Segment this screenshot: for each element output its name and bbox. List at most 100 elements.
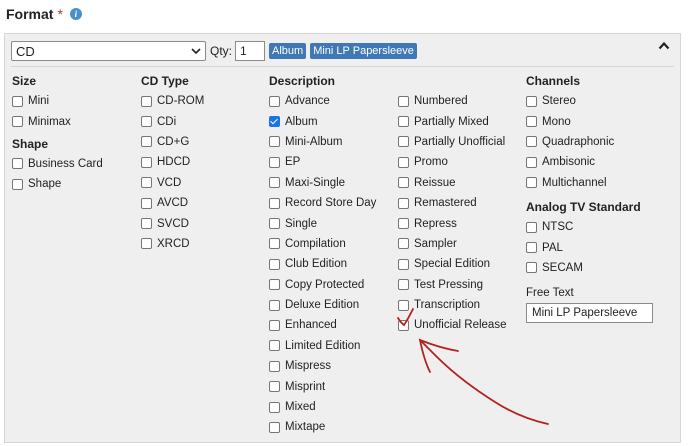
description-checkbox-numbered[interactable]: Numbered (398, 91, 506, 111)
checkbox-unchecked[interactable] (12, 95, 23, 107)
free-text-input[interactable]: Mini LP Papersleeve (526, 303, 653, 324)
checkbox-unchecked[interactable] (269, 238, 280, 250)
description-checkbox-club-edition[interactable]: Club Edition (269, 254, 376, 274)
checkbox-unchecked[interactable] (269, 279, 280, 291)
description-checkbox-record-store-day[interactable]: Record Store Day (269, 193, 376, 213)
description-checkbox-special-edition[interactable]: Special Edition (398, 254, 506, 274)
shape-checkbox-business-card[interactable]: Business Card (12, 154, 103, 174)
description-checkbox-unofficial-release[interactable]: Unofficial Release (398, 315, 506, 335)
size-checkbox-mini[interactable]: Mini (12, 91, 103, 111)
description-checkbox-single[interactable]: Single (269, 213, 376, 233)
checkbox-unchecked[interactable] (141, 177, 152, 189)
cd-type-checkbox-avcd[interactable]: AVCD (141, 193, 204, 213)
checkbox-unchecked[interactable] (398, 299, 409, 311)
description-checkbox-advance[interactable]: Advance (269, 91, 376, 111)
description-checkbox-enhanced[interactable]: Enhanced (269, 315, 376, 335)
checkbox-unchecked[interactable] (398, 258, 409, 270)
checkbox-unchecked[interactable] (269, 177, 280, 189)
checkbox-unchecked[interactable] (526, 221, 537, 233)
checkbox-unchecked[interactable] (269, 156, 280, 168)
checkbox-unchecked[interactable] (141, 238, 152, 250)
description-checkbox-copy-protected[interactable]: Copy Protected (269, 275, 376, 295)
checkbox-unchecked[interactable] (398, 116, 409, 128)
checkbox-unchecked[interactable] (269, 136, 280, 148)
checkbox-checked[interactable] (269, 116, 280, 128)
checkbox-unchecked[interactable] (269, 360, 280, 372)
cd-type-checkbox-cd-rom[interactable]: CD-ROM (141, 91, 204, 111)
checkbox-unchecked[interactable] (269, 299, 280, 311)
description-checkbox-test-pressing[interactable]: Test Pressing (398, 275, 506, 295)
description-checkbox-repress[interactable]: Repress (398, 213, 506, 233)
checkbox-unchecked[interactable] (526, 116, 537, 128)
cd-type-checkbox-xrcd[interactable]: XRCD (141, 234, 204, 254)
tag-mini-lp-papersleeve[interactable]: Mini LP Papersleeve (310, 43, 417, 59)
checkbox-unchecked[interactable] (269, 319, 280, 331)
cd-type-checkbox-hdcd[interactable]: HDCD (141, 152, 204, 172)
cd-type-checkbox-svcd[interactable]: SVCD (141, 213, 204, 233)
description-checkbox-remastered[interactable]: Remastered (398, 193, 506, 213)
checkbox-unchecked[interactable] (398, 95, 409, 107)
analog-tv-checkbox-secam[interactable]: SECAM (526, 258, 653, 278)
checkbox-unchecked[interactable] (398, 156, 409, 168)
checkbox-unchecked[interactable] (398, 177, 409, 189)
channels-checkbox-stereo[interactable]: Stereo (526, 91, 653, 111)
checkbox-unchecked[interactable] (269, 218, 280, 230)
checkbox-unchecked[interactable] (141, 116, 152, 128)
size-checkbox-minimax[interactable]: Minimax (12, 111, 103, 131)
checkbox-unchecked[interactable] (398, 238, 409, 250)
channels-checkbox-mono[interactable]: Mono (526, 111, 653, 131)
description-checkbox-mixed[interactable]: Mixed (269, 397, 376, 417)
description-checkbox-limited-edition[interactable]: Limited Edition (269, 336, 376, 356)
checkbox-unchecked[interactable] (398, 218, 409, 230)
description-checkbox-partially-mixed[interactable]: Partially Mixed (398, 111, 506, 131)
checkbox-unchecked[interactable] (526, 95, 537, 107)
description-checkbox-compilation[interactable]: Compilation (269, 234, 376, 254)
checkbox-unchecked[interactable] (141, 136, 152, 148)
description-checkbox-ep[interactable]: EP (269, 152, 376, 172)
cd-type-checkbox-cdi[interactable]: CDi (141, 111, 204, 131)
qty-input[interactable]: 1 (235, 41, 266, 61)
channels-checkbox-quadraphonic[interactable]: Quadraphonic (526, 132, 653, 152)
description-checkbox-maxi-single[interactable]: Maxi-Single (269, 173, 376, 193)
checkbox-unchecked[interactable] (12, 158, 23, 170)
checkbox-unchecked[interactable] (398, 279, 409, 291)
description-checkbox-mispress[interactable]: Mispress (269, 356, 376, 376)
chevron-up-icon[interactable] (658, 41, 670, 50)
description-checkbox-partially-unofficial[interactable]: Partially Unofficial (398, 132, 506, 152)
checkbox-unchecked[interactable] (269, 381, 280, 393)
format-select[interactable]: CD (11, 41, 206, 61)
checkbox-unchecked[interactable] (141, 218, 152, 230)
checkbox-unchecked[interactable] (269, 95, 280, 107)
description-checkbox-deluxe-edition[interactable]: Deluxe Edition (269, 295, 376, 315)
checkbox-unchecked[interactable] (141, 95, 152, 107)
description-checkbox-mixtape[interactable]: Mixtape (269, 417, 376, 437)
channels-checkbox-ambisonic[interactable]: Ambisonic (526, 152, 653, 172)
checkbox-unchecked[interactable] (526, 242, 537, 254)
checkbox-unchecked[interactable] (269, 258, 280, 270)
description-checkbox-reissue[interactable]: Reissue (398, 173, 506, 193)
checkbox-unchecked[interactable] (269, 421, 280, 433)
description-checkbox-misprint[interactable]: Misprint (269, 376, 376, 396)
checkbox-unchecked[interactable] (269, 340, 280, 352)
info-icon[interactable]: i (69, 8, 82, 20)
checkbox-unchecked[interactable] (526, 156, 537, 168)
cd-type-checkbox-cd-g[interactable]: CD+G (141, 132, 204, 152)
checkbox-unchecked[interactable] (12, 116, 23, 128)
checkbox-unchecked[interactable] (141, 156, 152, 168)
description-checkbox-promo[interactable]: Promo (398, 152, 506, 172)
checkbox-unchecked[interactable] (12, 178, 23, 190)
shape-checkbox-shape[interactable]: Shape (12, 174, 103, 194)
checkbox-unchecked[interactable] (269, 197, 280, 209)
tag-album[interactable]: Album (269, 43, 307, 59)
checkbox-unchecked[interactable] (398, 319, 409, 331)
analog-tv-checkbox-ntsc[interactable]: NTSC (526, 217, 653, 237)
analog-tv-checkbox-pal[interactable]: PAL (526, 237, 653, 257)
checkbox-unchecked[interactable] (141, 197, 152, 209)
channels-checkbox-multichannel[interactable]: Multichannel (526, 173, 653, 193)
cd-type-checkbox-vcd[interactable]: VCD (141, 173, 204, 193)
checkbox-unchecked[interactable] (526, 262, 537, 274)
checkbox-unchecked[interactable] (526, 136, 537, 148)
checkbox-unchecked[interactable] (398, 197, 409, 209)
description-checkbox-album[interactable]: Album (269, 111, 376, 131)
checkbox-unchecked[interactable] (526, 177, 537, 189)
